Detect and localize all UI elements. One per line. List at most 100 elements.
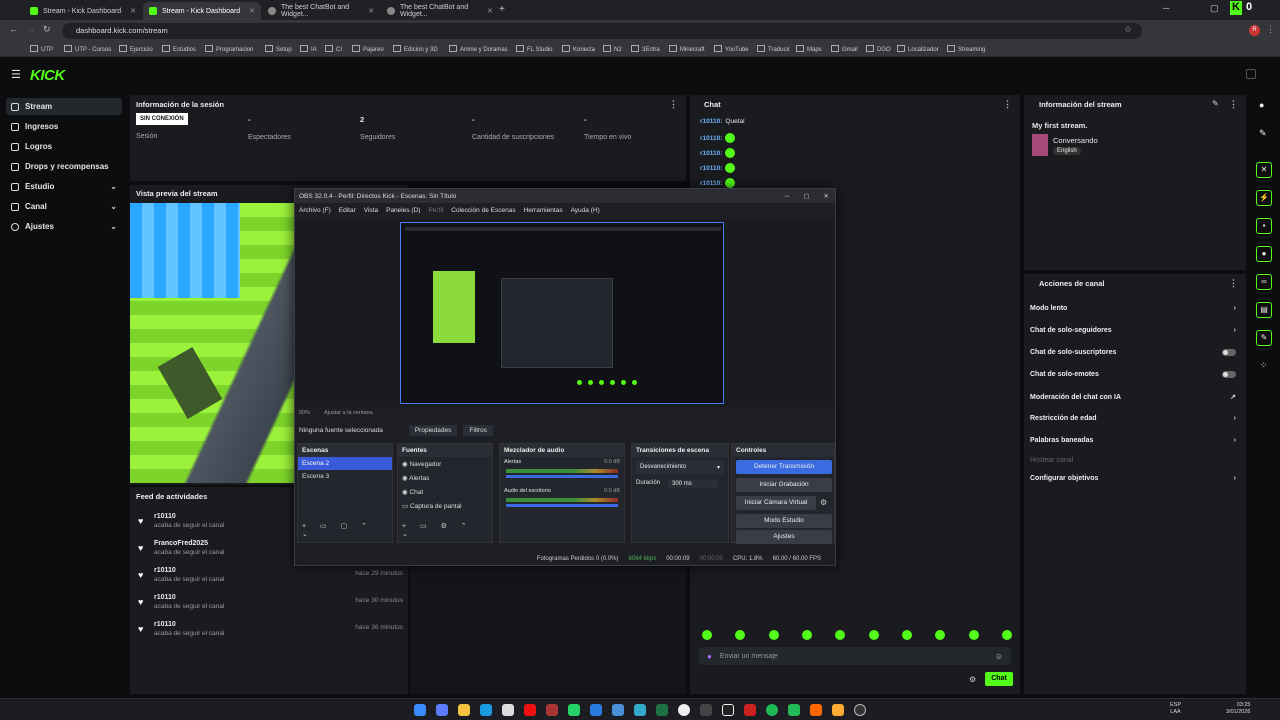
toggle-switch[interactable] bbox=[1222, 349, 1236, 356]
close-tab-icon[interactable]: ✕ bbox=[130, 7, 136, 15]
header-user-icon[interactable] bbox=[1246, 69, 1256, 79]
settings-button[interactable]: Ajustes bbox=[736, 530, 832, 544]
duration-input[interactable]: 300 ms bbox=[668, 480, 719, 488]
menu-item[interactable]: Paneles (D) bbox=[386, 207, 420, 214]
source-item[interactable]: ▭ Captura de pantal bbox=[398, 499, 492, 513]
volume-slider[interactable] bbox=[506, 504, 618, 507]
kick-extension-icon[interactable]: K bbox=[1230, 1, 1242, 15]
close-tab-icon[interactable]: ✕ bbox=[249, 7, 255, 15]
sidebar-item-logros[interactable]: Logros bbox=[6, 138, 122, 155]
bookmark-item[interactable]: Setup bbox=[265, 45, 292, 53]
vscode-icon[interactable] bbox=[590, 704, 602, 716]
chrome-icon[interactable] bbox=[678, 704, 690, 716]
more-options-icon[interactable]: ⋮ bbox=[1003, 99, 1012, 110]
app-icon[interactable] bbox=[612, 704, 624, 716]
scene-item[interactable]: Escena 2 bbox=[298, 457, 392, 470]
spotify-icon[interactable] bbox=[766, 704, 778, 716]
app-icon[interactable] bbox=[744, 704, 756, 716]
properties-button[interactable]: Propiedades bbox=[408, 425, 458, 436]
copilot-icon[interactable] bbox=[436, 704, 448, 716]
bookmark-item[interactable]: Localizador bbox=[897, 45, 939, 53]
obs-icon[interactable] bbox=[854, 704, 866, 716]
menu-item[interactable]: Perfil bbox=[428, 207, 443, 214]
emote-icon[interactable] bbox=[702, 630, 712, 640]
browser-menu-icon[interactable]: ⋮ bbox=[1266, 24, 1275, 35]
explorer-icon[interactable] bbox=[458, 704, 470, 716]
emote-icon[interactable] bbox=[935, 630, 946, 640]
rail-button[interactable]: ▤ bbox=[1256, 302, 1272, 318]
menu-item[interactable]: Vista bbox=[364, 207, 378, 214]
volume-slider[interactable] bbox=[506, 475, 618, 478]
source-item[interactable]: ◉ Chat bbox=[398, 485, 492, 499]
stop-stream-button[interactable]: Detener Transmisión bbox=[736, 460, 832, 474]
start-recording-button[interactable]: Iniciar Grabación bbox=[736, 478, 832, 492]
bookmark-item[interactable]: UTP - Cursos bbox=[64, 45, 111, 53]
whatsapp-icon[interactable] bbox=[568, 704, 580, 716]
minimize-window-button[interactable]: ─ bbox=[785, 193, 790, 200]
more-options-icon[interactable]: ⋮ bbox=[669, 99, 678, 110]
new-tab-button[interactable]: + bbox=[499, 4, 505, 15]
bookmark-item[interactable]: CI bbox=[325, 45, 342, 53]
menu-item[interactable]: Archivo (F) bbox=[299, 207, 331, 214]
forward-icon[interactable]: → bbox=[26, 24, 35, 34]
browser-tab-3[interactable]: The best ChatBot and Widget... ✕ bbox=[262, 2, 380, 20]
app-icon[interactable] bbox=[634, 704, 646, 716]
profile-avatar[interactable]: R bbox=[1249, 25, 1260, 36]
rail-chat-icon[interactable]: ● bbox=[1256, 246, 1272, 262]
edge-icon[interactable] bbox=[480, 704, 492, 716]
sidebar-item-canal[interactable]: Canal ⌄ bbox=[6, 198, 122, 215]
sidebar-item-ingresos[interactable]: Ingresos bbox=[6, 118, 122, 135]
emote-icon[interactable] bbox=[735, 630, 746, 640]
edit-icon[interactable]: ✎ bbox=[1212, 99, 1219, 108]
bookmark-item[interactable]: Pajareo bbox=[352, 45, 384, 53]
emote-icon[interactable] bbox=[801, 630, 812, 640]
scene-item[interactable]: Escena 3 bbox=[298, 470, 392, 483]
rail-bolt-icon[interactable]: ⚡ bbox=[1256, 190, 1272, 206]
language-indicator[interactable]: ESP LAA bbox=[1170, 702, 1181, 716]
virtual-camera-button[interactable]: Iniciar Cámara Virtual bbox=[736, 496, 816, 510]
rail-button[interactable]: ✕ bbox=[1256, 162, 1272, 178]
emote-icon[interactable] bbox=[901, 630, 912, 640]
sidebar-item-stream[interactable]: Stream bbox=[6, 98, 122, 115]
menu-item[interactable]: Colección de Escenas bbox=[451, 207, 515, 214]
source-controls[interactable]: + ▭ ⚙ ⌃ ⌄ bbox=[402, 522, 492, 538]
rail-button[interactable]: ∞ bbox=[1256, 274, 1272, 290]
fit-to-window[interactable]: Ajustar a la ventana bbox=[324, 410, 373, 416]
filters-button[interactable]: Filtros bbox=[463, 425, 494, 436]
bookmark-item[interactable]: Anime y Doramas bbox=[449, 45, 508, 53]
url-input[interactable]: dashboard.kick.com/stream bbox=[62, 23, 1142, 39]
emote-icon[interactable] bbox=[835, 630, 846, 640]
close-tab-icon[interactable]: ✕ bbox=[487, 7, 493, 15]
kick-logo[interactable]: KICK bbox=[30, 67, 65, 84]
stream-category[interactable]: Conversando bbox=[1053, 136, 1098, 145]
bookmark-item[interactable]: Maps bbox=[796, 45, 822, 53]
bookmark-item[interactable]: N2 bbox=[603, 45, 622, 53]
chat-settings-icon[interactable]: ⚙ bbox=[969, 675, 976, 684]
clock[interactable]: 03:25 3/01/2026 bbox=[1226, 702, 1250, 716]
chat-input-placeholder[interactable]: Enviar un mensaje bbox=[720, 653, 778, 660]
info-icon[interactable]: ● bbox=[1259, 100, 1264, 110]
emote-icon[interactable] bbox=[968, 630, 979, 640]
action-solo-seguidores[interactable]: Chat de solo-seguidores › bbox=[1030, 327, 1236, 334]
sidebar-item-estudio[interactable]: Estudio ⌄ bbox=[6, 178, 122, 195]
obs-canvas-preview[interactable] bbox=[400, 222, 724, 404]
menu-item[interactable]: Editar bbox=[339, 207, 356, 214]
notion-icon[interactable] bbox=[722, 704, 734, 716]
bookmark-item[interactable]: Gmail bbox=[831, 45, 858, 53]
close-tab-icon[interactable]: ✕ bbox=[368, 7, 374, 15]
browser-tab-4[interactable]: The best ChatBot and Widget... ✕ bbox=[381, 2, 499, 20]
bookmark-item[interactable]: Programacion bbox=[205, 45, 253, 53]
bookmark-star-icon[interactable]: ☆ bbox=[1124, 24, 1132, 35]
maximize-window-button[interactable]: ▢ bbox=[1210, 3, 1219, 14]
bookmark-item[interactable]: YouTube bbox=[714, 45, 749, 53]
sidebar-item-drops[interactable]: Drops y recompensas bbox=[6, 158, 122, 175]
hamburger-menu-icon[interactable]: ☰ bbox=[11, 68, 21, 81]
gear-icon[interactable]: ⚙ bbox=[820, 498, 827, 507]
pencil-icon[interactable]: ✎ bbox=[1259, 128, 1267, 139]
action-palabras-baneadas[interactable]: Palabras baneadas › bbox=[1030, 437, 1236, 444]
emote-icon[interactable] bbox=[868, 630, 879, 640]
app-icon[interactable] bbox=[788, 704, 800, 716]
studio-mode-button[interactable]: Modo Estudio bbox=[736, 514, 832, 528]
obs-preview-area[interactable] bbox=[295, 219, 835, 407]
bookmark-item[interactable]: Edicion y 3D bbox=[393, 45, 438, 53]
